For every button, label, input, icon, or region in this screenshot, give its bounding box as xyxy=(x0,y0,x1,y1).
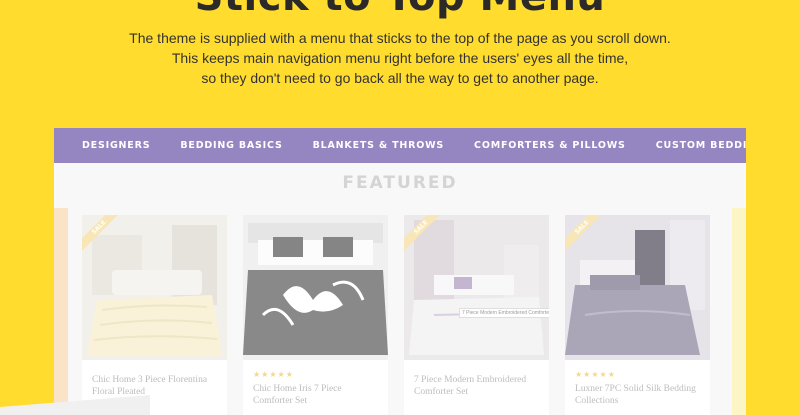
product-card[interactable]: SALE 7 Piece Modern Embroidered Comforte… xyxy=(404,215,549,415)
nav-item-comforters-pillows[interactable]: COMFORTERS & PILLOWS xyxy=(474,140,626,151)
featured-section: FEATURED SALE Chic Home 3 Piece Florenti… xyxy=(54,163,746,415)
product-image[interactable]: SALE 7 Piece Modern Embroidered Comforte… xyxy=(404,215,549,360)
product-image[interactable] xyxy=(243,215,388,360)
product-title[interactable]: Chic Home 3 Piece Florentina Floral Plea… xyxy=(92,374,217,398)
product-title[interactable]: Luxner 7PC Solid Silk Bedding Collection… xyxy=(575,383,700,407)
product-card[interactable]: SALE Chic Home 3 Piece Florentina Floral… xyxy=(82,215,227,415)
product-title[interactable]: Chic Home Iris 7 Piece Comforter Set xyxy=(253,383,378,407)
description: The theme is supplied with a menu that s… xyxy=(0,28,800,88)
carousel-edge-left xyxy=(54,208,68,415)
carousel-edge-right xyxy=(732,208,746,415)
product-image[interactable]: SALE xyxy=(565,215,710,360)
nav-item-blankets-throws[interactable]: BLANKETS & THROWS xyxy=(313,140,444,151)
site-preview: DESIGNERS BEDDING BASICS BLANKETS & THRO… xyxy=(54,128,746,415)
rating-stars: ★★★★★ xyxy=(575,370,616,379)
rating-stars: ★★★★★ xyxy=(253,370,294,379)
nav-item-designers[interactable]: DESIGNERS xyxy=(82,140,150,151)
page-headline: Stick to Top Menu xyxy=(0,0,800,20)
sticky-nav-menu: DESIGNERS BEDDING BASICS BLANKETS & THRO… xyxy=(54,128,746,163)
product-card[interactable]: SALE ★★★★★ Luxner 7PC Solid Silk Bedding… xyxy=(565,215,710,415)
product-title[interactable]: 7 Piece Modern Embroidered Comforter Set xyxy=(414,374,539,398)
description-line: This keeps main navigation menu right be… xyxy=(171,50,629,66)
nav-item-custom-bedding[interactable]: CUSTOM BEDDING xyxy=(656,140,746,151)
description-line: The theme is supplied with a menu that s… xyxy=(129,30,671,46)
product-image[interactable]: SALE xyxy=(82,215,227,360)
description-line: so they don't need to go back all the wa… xyxy=(201,70,599,86)
image-tooltip: 7 Piece Modern Embroidered Comforter Set xyxy=(459,308,549,318)
product-carousel: SALE Chic Home 3 Piece Florentina Floral… xyxy=(82,215,710,415)
nav-item-bedding-basics[interactable]: BEDDING BASICS xyxy=(180,140,282,151)
section-title: FEATURED xyxy=(342,173,458,193)
product-card[interactable]: ★★★★★ Chic Home Iris 7 Piece Comforter S… xyxy=(243,215,388,415)
